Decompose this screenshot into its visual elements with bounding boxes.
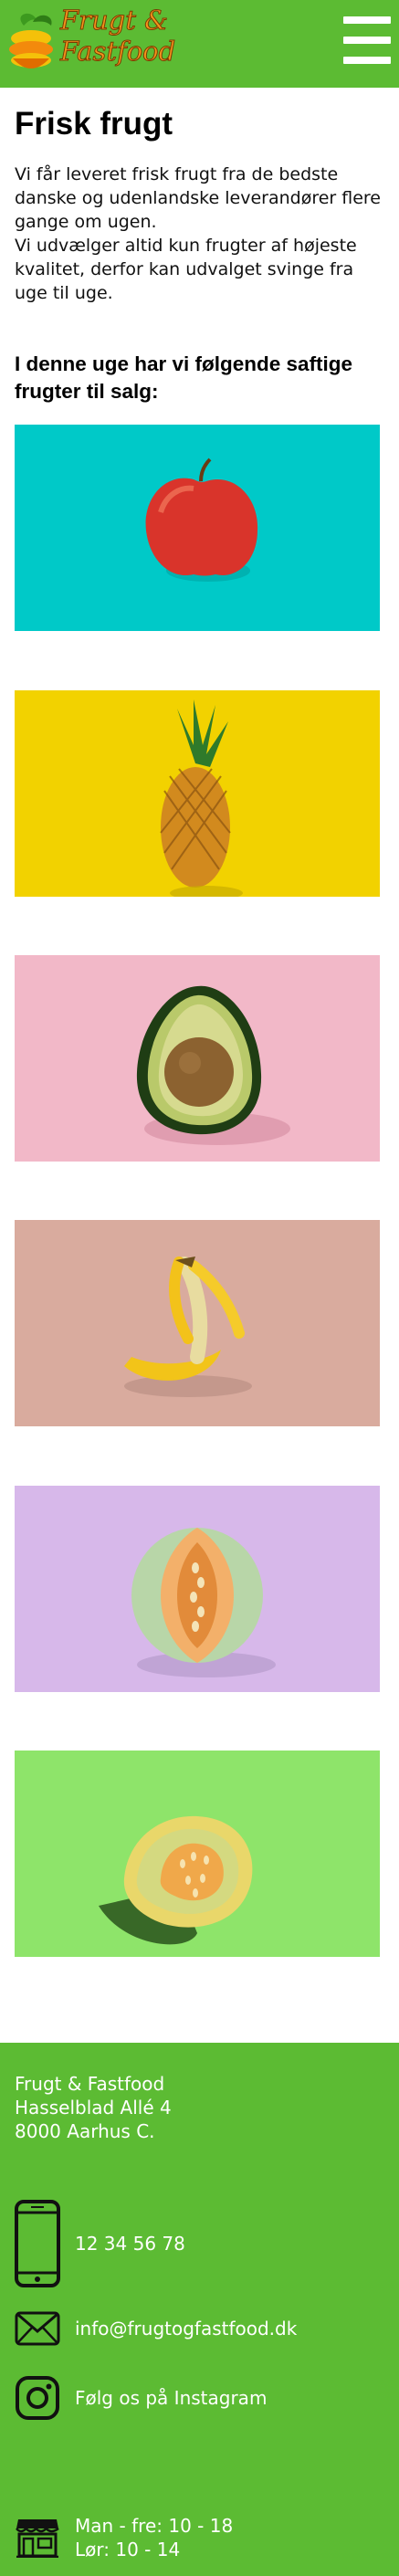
fruit-image-cantaloupe — [15, 1751, 380, 1957]
intro-text: Vi får leveret frisk frugt fra de bedste… — [15, 163, 389, 305]
phone-row[interactable]: 12 34 56 78 — [15, 2200, 185, 2287]
instagram-icon — [16, 2376, 59, 2420]
fruit-image-banana — [15, 1220, 380, 1426]
phone-number[interactable]: 12 34 56 78 — [75, 2232, 185, 2255]
company-address: Frugt & Fastfood Hasselblad Allé 4 8000 … — [15, 2072, 172, 2143]
site-footer: Frugt & Fastfood Hasselblad Allé 4 8000 … — [0, 2043, 399, 2576]
intro-paragraph-2: Vi udvælger altid kun frugter af højeste… — [15, 236, 357, 303]
mail-icon — [15, 2311, 60, 2346]
hours-weekdays: Man - fre: 10 - 18 — [75, 2515, 234, 2537]
logo-text-line2: Fastfood — [59, 36, 176, 67]
site-logo[interactable]: Frugt & Fastfood — [5, 5, 188, 82]
logo-text-line1: Frugt & — [60, 5, 169, 36]
hamburger-menu-icon[interactable] — [343, 16, 391, 66]
site-header: Frugt & Fastfood — [0, 0, 399, 88]
fruit-list-heading: I denne uge har vi følgende saftige frug… — [15, 352, 353, 403]
fruit-image-melon — [15, 1486, 380, 1692]
instagram-link[interactable]: Følg os på Instagram — [75, 2386, 267, 2410]
city-address: 8000 Aarhus C. — [15, 2120, 155, 2142]
company-name: Frugt & Fastfood — [15, 2073, 165, 2095]
fruit-image-apple — [15, 425, 380, 631]
hours-saturday: Lør: 10 - 14 — [75, 2539, 181, 2560]
opening-hours: Man - fre: 10 - 18 Lør: 10 - 14 — [75, 2514, 233, 2561]
phone-icon — [15, 2200, 60, 2287]
email-link[interactable]: info@frugtogfastfood.dk — [75, 2317, 297, 2340]
intro-paragraph-1: Vi får leveret frisk frugt fra de bedste… — [15, 164, 381, 232]
instagram-row[interactable]: Følg os på Instagram — [15, 2375, 267, 2421]
fruit-image-pineapple — [15, 690, 380, 897]
fruit-bowl-logo-icon — [9, 13, 53, 68]
page-title: Frisk frugt — [15, 106, 173, 142]
email-row[interactable]: info@frugtogfastfood.dk — [15, 2311, 297, 2346]
store-icon — [16, 2519, 59, 2558]
fruit-image-avocado — [15, 955, 380, 1162]
street-address: Hasselblad Allé 4 — [15, 2097, 172, 2119]
